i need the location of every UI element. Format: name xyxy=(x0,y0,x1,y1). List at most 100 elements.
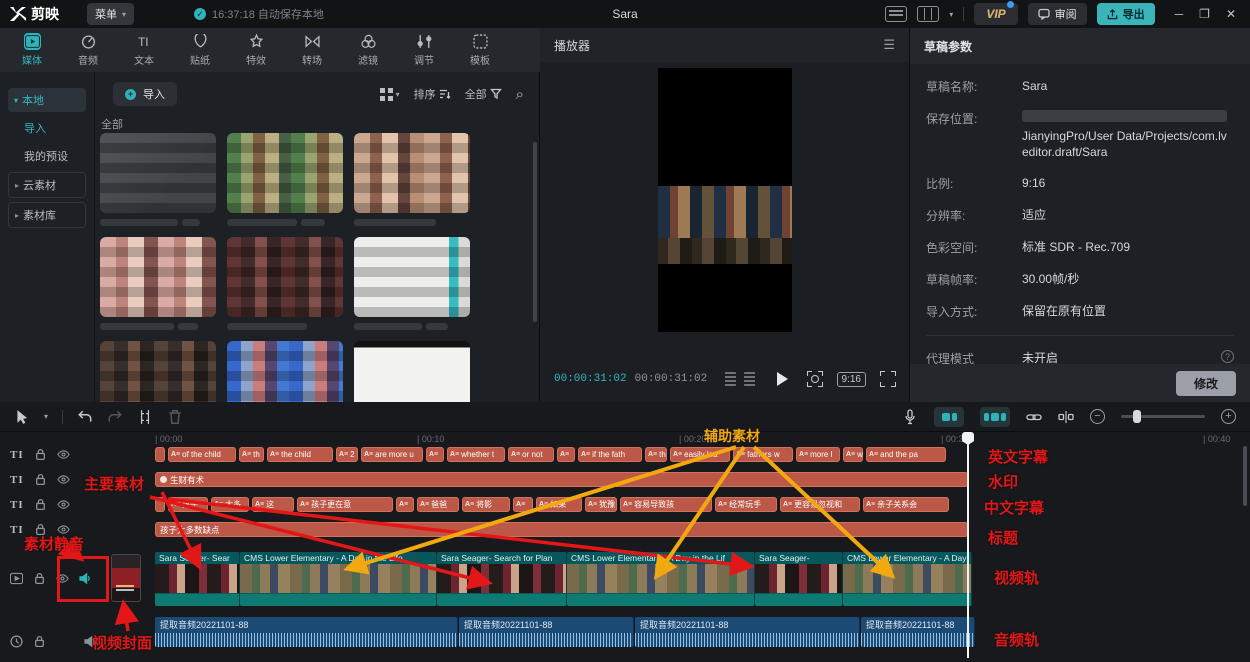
menu-button[interactable]: 菜单 ▾ xyxy=(87,3,134,25)
video-clip[interactable]: Sara Seager- Search for Plan xyxy=(437,552,567,606)
media-nav-导入[interactable]: 导入 xyxy=(18,116,86,140)
lock-icon[interactable] xyxy=(34,448,47,461)
audio-clip[interactable]: 提取音频20221101-88 xyxy=(635,617,860,647)
prev-frame-icon[interactable] xyxy=(725,372,736,386)
subtitle-clip[interactable]: A≡whether t xyxy=(447,447,505,462)
timeline-ruler[interactable]: | 00:00| 00:10| 00:20| 00:30| 00:40 xyxy=(0,432,1250,448)
video-clip[interactable]: Sara Seager- xyxy=(755,552,843,606)
subtitle-clip[interactable]: A≡更容易忽视和 xyxy=(780,497,860,512)
lock-icon[interactable] xyxy=(33,572,46,585)
subtitle-clip[interactable]: A≡and the pa xyxy=(866,447,946,462)
filter-button[interactable]: 全部 xyxy=(465,86,502,102)
media-item[interactable] xyxy=(100,237,216,330)
lock-icon[interactable] xyxy=(33,635,46,648)
subtitle-clip[interactable]: A≡大多 xyxy=(211,497,249,512)
video-cover-thumbnail[interactable] xyxy=(111,554,141,602)
maximize-button[interactable]: ❐ xyxy=(1199,7,1210,21)
subtitle-clip[interactable]: A≡ xyxy=(426,447,444,462)
layout-chevron-icon[interactable]: ▾ xyxy=(949,10,953,19)
tab-文本[interactable]: TI文本 xyxy=(116,28,172,72)
video-clip[interactable]: CMS Lower Elementary - A Day xyxy=(843,552,972,606)
record-voiceover-icon[interactable] xyxy=(902,409,918,425)
audio-clip[interactable]: 提取音频20221101-88 xyxy=(459,617,634,647)
tab-媒体[interactable]: 媒体 xyxy=(4,28,60,72)
subtitle-clip[interactable]: A≡w xyxy=(843,447,863,462)
subtitle-clip[interactable]: A≡将影 xyxy=(462,497,510,512)
tab-调节[interactable]: 调节 xyxy=(396,28,452,72)
zoom-slider-knob[interactable] xyxy=(1133,410,1141,423)
preview-quality-icon[interactable] xyxy=(807,371,823,387)
media-nav-我的预设[interactable]: 我的预设 xyxy=(18,144,86,168)
subtitle-clip[interactable]: A≡the child xyxy=(267,447,333,462)
redo-icon[interactable] xyxy=(107,409,123,425)
tab-滤镜[interactable]: 滤镜 xyxy=(340,28,396,72)
search-button[interactable]: ⌕ xyxy=(516,86,524,103)
timeline-zoom-slider[interactable] xyxy=(1121,415,1205,418)
close-button[interactable]: ✕ xyxy=(1226,7,1236,21)
video-preview[interactable] xyxy=(658,68,792,332)
audio-clip[interactable]: 提取音频20221101-88 xyxy=(861,617,975,647)
ratio-button[interactable]: 9:16 xyxy=(837,372,866,387)
info-icon[interactable]: ? xyxy=(1221,350,1234,363)
subtitle-clip[interactable]: A≡如果 xyxy=(536,497,582,512)
subtitle-clip[interactable] xyxy=(155,497,165,512)
auto-ripple-toggle[interactable] xyxy=(934,407,964,427)
media-item[interactable] xyxy=(354,133,470,226)
vip-badge[interactable]: VIP xyxy=(974,3,1017,25)
subtitle-clip[interactable]: A≡爸爸 xyxy=(417,497,459,512)
subtitle-clip[interactable]: A≡经常玩手 xyxy=(715,497,777,512)
subtitle-clip[interactable]: A≡or not xyxy=(508,447,554,462)
layout-panels-icon[interactable] xyxy=(917,6,939,22)
media-scrollbar[interactable] xyxy=(533,142,537,322)
video-clip[interactable]: Sara Seager- Sear xyxy=(155,552,240,606)
media-item[interactable] xyxy=(227,237,343,330)
subtitle-clip[interactable]: A≡th xyxy=(239,447,264,462)
subtitle-clip[interactable]: A≡ xyxy=(557,447,575,462)
next-frame-icon[interactable] xyxy=(744,372,755,386)
playhead[interactable] xyxy=(967,432,969,658)
lock-icon[interactable] xyxy=(34,473,47,486)
eye-icon[interactable] xyxy=(57,498,70,511)
delete-icon[interactable] xyxy=(167,409,183,425)
lock-icon[interactable] xyxy=(34,498,47,511)
media-item[interactable] xyxy=(227,133,343,226)
shortcut-keyboard-icon[interactable] xyxy=(885,6,907,22)
select-tool-icon[interactable] xyxy=(14,409,30,425)
zoom-out-icon[interactable]: − xyxy=(1090,409,1105,424)
subtitle-clip[interactable]: A≡th xyxy=(645,447,667,462)
modify-button[interactable]: 修改 xyxy=(1176,371,1236,396)
audio-clip[interactable]: 提取音频20221101-88 xyxy=(155,617,458,647)
subtitle-clip[interactable]: A≡easily lea xyxy=(670,447,730,462)
tab-贴纸[interactable]: 贴纸 xyxy=(172,28,228,72)
subtitle-clip[interactable]: A≡ xyxy=(396,497,414,512)
player-menu-icon[interactable]: ☰ xyxy=(883,37,895,53)
media-nav-云素材[interactable]: ▸云素材 xyxy=(8,172,86,198)
media-nav-本地[interactable]: ▾本地 xyxy=(8,88,86,112)
undo-icon[interactable] xyxy=(77,409,93,425)
media-nav-素材库[interactable]: ▸素材库 xyxy=(8,202,86,228)
video-clip[interactable]: CMS Lower Elementary - A Day in the Lif xyxy=(567,552,755,606)
link-toggle-icon[interactable] xyxy=(1026,409,1042,425)
minimize-button[interactable]: ─ xyxy=(1175,7,1184,21)
subtitle-clip[interactable]: A≡亲子关系会 xyxy=(863,497,949,512)
subtitle-clip[interactable]: A≡犹豫 xyxy=(585,497,617,512)
zoom-in-icon[interactable]: + xyxy=(1221,409,1236,424)
select-tool-chevron-icon[interactable]: ▾ xyxy=(44,412,48,421)
eye-icon[interactable] xyxy=(57,473,70,486)
timeline-scrollbar[interactable] xyxy=(1243,446,1247,506)
play-button[interactable] xyxy=(777,372,788,386)
subtitle-clip[interactable]: A≡of the child xyxy=(168,447,236,462)
split-tool-icon[interactable] xyxy=(137,409,153,425)
tab-模板[interactable]: 模板 xyxy=(452,28,508,72)
subtitle-clip[interactable]: A≡这 xyxy=(252,497,294,512)
subtitle-clip[interactable]: A≡2 xyxy=(336,447,358,462)
tab-转场[interactable]: 转场 xyxy=(284,28,340,72)
tab-特效[interactable]: 特效 xyxy=(228,28,284,72)
subtitle-clip[interactable]: A≡孩子 xyxy=(168,497,208,512)
subtitle-clip[interactable]: A≡fathers w xyxy=(733,447,793,462)
view-mode-button[interactable]: ▾ xyxy=(380,88,400,101)
subtitle-clip[interactable]: A≡if the fath xyxy=(578,447,642,462)
export-button[interactable]: 导出 xyxy=(1097,3,1155,25)
subtitle-clip[interactable]: A≡ xyxy=(513,497,533,512)
fullscreen-icon[interactable] xyxy=(880,371,896,387)
